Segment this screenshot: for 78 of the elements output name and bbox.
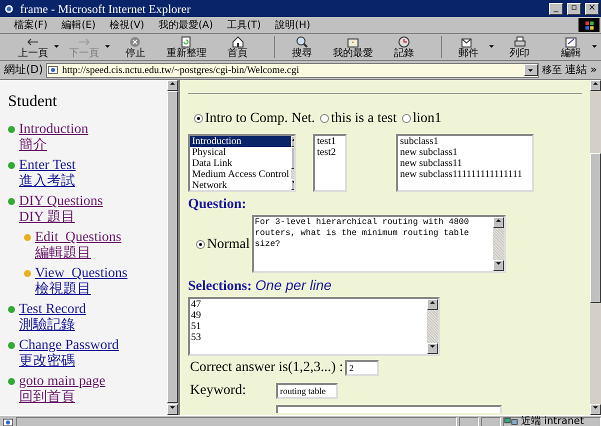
textarea[interactable] bbox=[276, 405, 502, 413]
links-label[interactable]: 連結 » bbox=[564, 62, 597, 78]
menu-item[interactable]: 編輯(E) bbox=[62, 18, 96, 32]
toolbar-button[interactable]: 重新整理 bbox=[166, 36, 208, 58]
toolbar-button[interactable]: 編輯 bbox=[550, 36, 592, 58]
toolbar-button[interactable]: 搜尋 bbox=[280, 36, 323, 58]
question-textarea[interactable]: For 3-level hierarchical routing with 4800 routers, what is the minimum routing table size? bbox=[252, 215, 506, 273]
toolbar-button[interactable]: 首頁 bbox=[216, 36, 259, 58]
sidebar-link[interactable]: 進入考試 bbox=[19, 174, 75, 189]
list-option[interactable]: test1 bbox=[315, 136, 345, 147]
menu-item[interactable]: 說明(H) bbox=[274, 18, 310, 32]
field-label: Correct answer is(1,2,3...) : bbox=[190, 359, 344, 377]
address-dropdown-button[interactable] bbox=[524, 64, 538, 76]
sidebar-link[interactable]: DIY Questions bbox=[19, 194, 103, 209]
zone-label: 近端 intranet bbox=[521, 417, 584, 426]
list-box[interactable]: Introduction Physical Data Link Medium Access Control Network bbox=[188, 134, 296, 192]
toolbar-button[interactable]: 上一頁 bbox=[12, 36, 54, 58]
list-option[interactable]: new subclass1 bbox=[398, 147, 532, 158]
sidebar-link[interactable]: 回到首頁 bbox=[19, 390, 75, 405]
answer-field[interactable]: 2 bbox=[345, 360, 380, 376]
status-pane bbox=[459, 416, 479, 426]
list-option[interactable]: Introduction bbox=[190, 136, 292, 147]
list-box[interactable]: test1 test2 bbox=[313, 134, 347, 192]
list-option[interactable]: new subclass11 bbox=[398, 158, 532, 169]
radio-option[interactable]: Intro to Comp. Net. bbox=[194, 111, 316, 126]
menu-item[interactable]: 檢視(V) bbox=[110, 18, 144, 32]
close-button[interactable]: × bbox=[585, 2, 599, 14]
radio-option[interactable]: this is a test bbox=[320, 111, 397, 126]
list-option[interactable]: test2 bbox=[315, 147, 345, 158]
sidebar-link[interactable]: DIY 題目 bbox=[19, 210, 75, 225]
sidebar-link[interactable]: Edit_Questions bbox=[35, 230, 122, 245]
sidebar-link[interactable]: 簡介 bbox=[19, 138, 47, 153]
sidebar-title: Student bbox=[8, 94, 58, 110]
minimize-button[interactable]: _ bbox=[549, 2, 563, 14]
sidebar-link[interactable]: Test Record bbox=[19, 302, 86, 317]
go-button[interactable]: 移至 bbox=[542, 64, 562, 76]
address-field[interactable]: http://speed.cis.nctu.edu.tw/~postgres/cgi-bin/Welcome.cgi bbox=[46, 62, 539, 78]
page-icon bbox=[47, 64, 60, 76]
sidebar-link[interactable]: 檢視題目 bbox=[35, 282, 91, 297]
toolbar-button[interactable]: 郵件 bbox=[448, 36, 490, 58]
address-label: 網址(D) bbox=[4, 62, 44, 78]
menu-item[interactable]: 我的最愛(A) bbox=[158, 18, 213, 32]
ie-logo-icon bbox=[2, 2, 16, 14]
sidebar-link[interactable]: Enter Test bbox=[19, 158, 76, 173]
dropdown-arrow-icon bbox=[528, 68, 534, 72]
list-option[interactable]: Medium Access Control bbox=[190, 169, 292, 180]
toolbar-button[interactable]: 記錄 bbox=[383, 36, 426, 58]
menu-item[interactable]: 工具(T) bbox=[227, 18, 261, 32]
radio-option[interactable]: Normal bbox=[196, 234, 250, 254]
sidebar-link[interactable]: 測驗記錄 bbox=[19, 318, 75, 333]
window-title: frame - Microsoft Internet Explorer bbox=[20, 0, 192, 18]
selections-heading: Selections: One per line bbox=[188, 276, 333, 296]
list-option[interactable]: new subclass111111111111111 bbox=[398, 169, 532, 180]
keyword-field[interactable]: routing table bbox=[276, 382, 338, 398]
network-icon bbox=[504, 417, 518, 426]
list-option[interactable]: Data Link bbox=[190, 158, 292, 169]
list-option[interactable]: Network bbox=[190, 180, 292, 190]
list-box[interactable]: subclass1 new subclass1 new subclass11 new subclass111111111111111 bbox=[396, 134, 534, 192]
sidebar-link[interactable]: 更改密碼 bbox=[19, 354, 75, 369]
question-heading: Question: bbox=[188, 196, 248, 214]
sidebar-link[interactable]: Introduction bbox=[19, 122, 88, 137]
windows-logo-icon bbox=[577, 18, 601, 32]
maximize-button[interactable]: ▫ bbox=[567, 2, 581, 14]
sidebar-link[interactable]: goto main page bbox=[19, 374, 106, 389]
status-pane bbox=[481, 416, 501, 426]
list-option[interactable]: subclass1 bbox=[398, 136, 532, 147]
menu-item[interactable]: 檔案(F) bbox=[14, 18, 48, 32]
list-option[interactable]: Physical bbox=[190, 147, 292, 158]
field-label: Keyword: bbox=[190, 382, 247, 400]
sidebar-link[interactable]: View_Questions bbox=[35, 266, 128, 281]
toolbar-button[interactable]: 我的最愛 bbox=[332, 36, 374, 58]
page-icon bbox=[2, 416, 14, 426]
selections-textarea[interactable]: 47 49 51 53 bbox=[188, 297, 440, 356]
toolbar-button[interactable]: 列印 bbox=[498, 36, 540, 58]
sidebar-link[interactable]: Change Password bbox=[19, 338, 119, 353]
radio-option[interactable]: lion1 bbox=[402, 111, 442, 126]
toolbar-button[interactable]: 停止 bbox=[114, 36, 156, 58]
sidebar-link[interactable]: 編輯題目 bbox=[35, 246, 91, 261]
